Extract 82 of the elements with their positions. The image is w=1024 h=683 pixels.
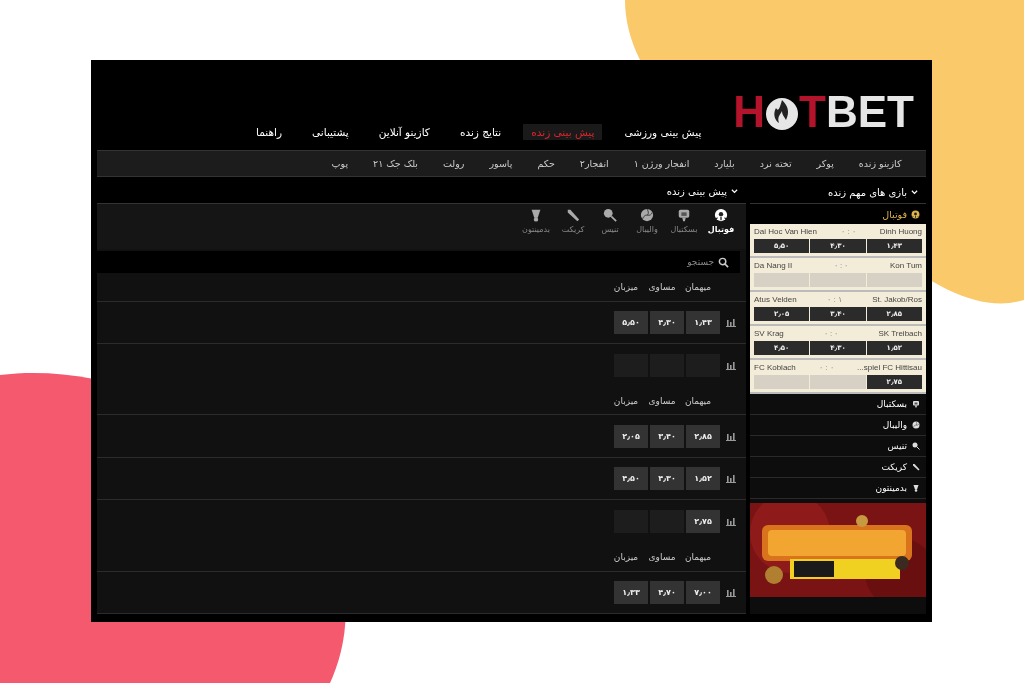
nav-link[interactable]: پیش بینی ورزشی — [616, 124, 710, 140]
sport-tab[interactable]: والیبال — [630, 207, 664, 246]
game-link[interactable]: انفجار ورژن ۱ — [621, 158, 702, 169]
column-label: مساوی — [647, 282, 677, 293]
bar-chart-icon[interactable] — [726, 516, 736, 526]
nav-link[interactable]: پیش بینی زنده — [523, 124, 603, 140]
basketball-hoop-icon — [677, 207, 691, 222]
racket-icon — [603, 207, 617, 222]
column-label: میزبان — [612, 551, 640, 562]
game-link[interactable]: انفجار۲ — [567, 158, 622, 169]
racket-icon — [912, 442, 920, 450]
search-icon — [718, 256, 729, 268]
bar-chart-icon[interactable] — [726, 431, 736, 441]
odds-button[interactable]: ۷٫۰۰ — [686, 580, 720, 604]
game-link[interactable]: تخته نرد — [747, 158, 805, 169]
odds-button[interactable]: ۱٫۵۲ — [686, 467, 720, 491]
odds-button[interactable]: ۴٫۳۰ — [650, 467, 684, 491]
panel-title: بازی های مهم زنده — [828, 186, 907, 198]
odds-button[interactable]: ۱٫۳۳ — [614, 580, 648, 604]
column-label: مساوی — [647, 551, 677, 562]
sport-tab[interactable]: تنیس — [593, 207, 627, 246]
sport-tab[interactable]: کریکت — [556, 207, 590, 246]
game-link[interactable]: بلک جک ۲۱ — [360, 158, 431, 169]
sport-tab[interactable]: فوتبال — [704, 207, 738, 246]
column-label: میهمان — [683, 282, 713, 293]
category-bar[interactable]: فوتبال — [750, 204, 926, 224]
basketball-hoop-icon — [912, 400, 920, 408]
team-name: FC Koblach — [754, 363, 796, 372]
soccer-ball-icon — [714, 207, 728, 222]
game-link[interactable]: بلیارد — [701, 158, 748, 169]
shuttlecock-icon — [912, 484, 920, 492]
game-link[interactable]: رولت — [430, 158, 477, 169]
odds-button[interactable]: ۴٫۵۰ — [614, 467, 648, 491]
odds-button[interactable]: ۴٫۳۰ — [650, 311, 684, 335]
game-link[interactable]: حکم — [524, 158, 568, 169]
game-link[interactable]: پوکر — [804, 158, 847, 169]
cricket-bat-icon — [912, 463, 920, 471]
team-name: Atus Velden — [754, 295, 797, 304]
team-name: St. Jakob/Ros — [872, 295, 922, 304]
odds-button[interactable]: ۱٫۴۳ — [686, 311, 720, 335]
odds-button[interactable]: ۲٫۸۵ — [686, 424, 720, 448]
column-label: میهمان — [683, 551, 713, 562]
nav-link[interactable]: راهنما — [248, 124, 291, 140]
team-name: ...spiel FC Hittisau — [857, 363, 922, 372]
game-link[interactable]: کازینو زنده — [846, 158, 914, 169]
team-name: Kon Tum — [890, 261, 922, 270]
volleyball-icon — [912, 421, 920, 429]
shuttlecock-icon — [529, 207, 543, 222]
odds-button[interactable]: ۴٫۷۰ — [650, 580, 684, 604]
game-link[interactable]: پوپ — [319, 158, 361, 169]
odds-button[interactable]: ۳٫۴۰ — [650, 424, 684, 448]
chevron-down-icon — [731, 188, 738, 196]
game-link[interactable]: پاسور — [476, 158, 525, 169]
team-name: SV Krag — [754, 329, 784, 338]
odds-button[interactable]: ۵٫۵۰ — [614, 311, 648, 335]
column-label: میزبان — [612, 395, 640, 406]
team-name: Da Nang II — [754, 261, 793, 270]
chevron-down-icon — [911, 188, 918, 196]
team-name: SK Treibach — [878, 329, 922, 338]
team-name: Dai Hoc Van Hien — [754, 227, 817, 236]
sport-tab[interactable]: بسکتبال — [667, 207, 701, 246]
category-title: فوتبال — [882, 208, 907, 220]
bar-chart-icon[interactable] — [726, 318, 736, 328]
nav-link[interactable]: نتایج زنده — [451, 124, 510, 140]
panel-title: پیش بینی زنده — [666, 186, 727, 198]
column-label: میزبان — [612, 282, 640, 293]
soccer-ball-icon — [911, 209, 920, 219]
bar-chart-icon[interactable] — [726, 360, 736, 370]
column-label: میهمان — [683, 395, 713, 406]
logo[interactable]: H TBET — [733, 90, 914, 134]
bar-chart-icon[interactable] — [726, 587, 736, 597]
search-field[interactable]: جستجو — [97, 251, 740, 274]
odds-button[interactable]: ۲٫۷۵ — [686, 509, 720, 533]
cricket-bat-icon — [566, 207, 580, 222]
nav-link[interactable]: پشتیبانی — [304, 124, 357, 140]
nav-link[interactable]: کازینو آنلاین — [370, 124, 438, 140]
volleyball-icon — [640, 207, 654, 222]
sport-tab[interactable]: بدمینتون — [519, 207, 553, 246]
team-name: Dinh Huong — [879, 227, 922, 236]
odds-button[interactable]: ۲٫۰۵ — [614, 424, 648, 448]
bar-chart-icon[interactable] — [726, 474, 736, 484]
column-label: مساوی — [647, 395, 677, 406]
